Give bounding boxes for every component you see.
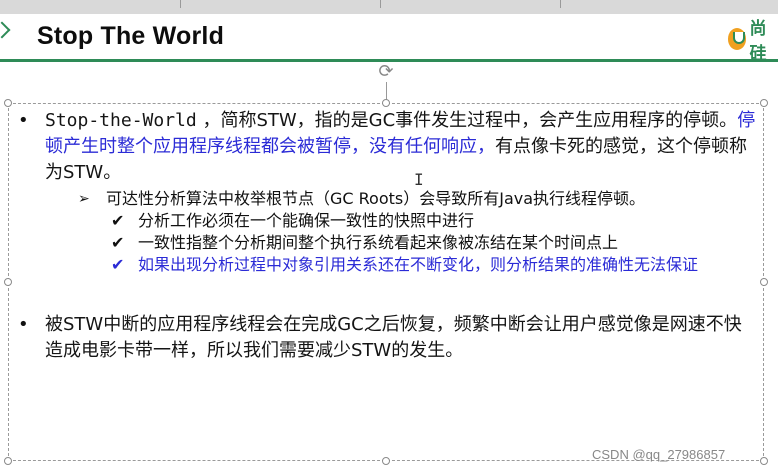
resize-handle-top-right[interactable] — [760, 99, 768, 107]
rotate-handle-icon[interactable]: ⟳ — [376, 62, 396, 82]
check-item: ✔ 分析工作必须在一个能确保一致性的快照中进行 — [111, 210, 758, 232]
check-item-text: 如果出现分析过程中对象引用关系还在不断变化，则分析结果的准确性无法保证 — [138, 255, 699, 274]
strip-tick — [180, 0, 181, 8]
checkmark-icon: ✔ — [111, 233, 125, 252]
resize-handle-top-left[interactable] — [4, 99, 12, 107]
bullet-text: 被STW中断的应用程序线程会在完成GC之后恢复，频繁中断会让用户感觉像是网速不快… — [45, 314, 742, 361]
check-item: ✔ 一致性指整个分析期间整个执行系统看起来像被冻结在某个时间点上 — [111, 232, 758, 254]
brand-text: 尚硅 — [749, 19, 767, 64]
slide-title: Stop The World — [37, 22, 225, 50]
bullet-item: • 被STW中断的应用程序线程会在完成GC之后恢复，频繁中断会让用户感觉像是网速… — [18, 312, 758, 364]
bullet-item: • Stop-the-World ，简称STW，指的是GC事件发生过程中，会产生… — [18, 108, 758, 186]
resize-handle-bottom-right[interactable] — [760, 457, 768, 465]
brand-logo-icon — [728, 28, 747, 50]
arrow-bullet-icon: ➢ — [78, 191, 90, 207]
window-top-strip — [0, 0, 778, 14]
bullet-dot: • — [18, 314, 29, 335]
resize-handle-left[interactable] — [4, 278, 12, 286]
brand-logo-area: 尚硅 — [728, 19, 778, 64]
strip-tick — [380, 0, 381, 8]
resize-handle-bottom[interactable] — [382, 457, 390, 465]
sub-point: ➢ 可达性分析算法中枚举根节点（GC Roots）会导致所有Java执行线程停顿… — [78, 188, 758, 210]
strip-tick — [560, 0, 561, 8]
sub-point-text: 可达性分析算法中枚举根节点（GC Roots）会导致所有Java执行线程停顿。 — [106, 189, 646, 208]
resize-handle-right[interactable] — [760, 278, 768, 286]
resize-handle-top[interactable] — [382, 99, 390, 107]
check-item: ✔ 如果出现分析过程中对象引用关系还在不断变化，则分析结果的准确性无法保证 — [111, 254, 758, 276]
slide-body-text[interactable]: • Stop-the-World ，简称STW，指的是GC事件发生过程中，会产生… — [18, 108, 758, 364]
watermark: CSDN @qq_27986857 — [592, 447, 726, 462]
text-cursor-icon: I — [414, 170, 424, 189]
stw-term: Stop-the-World — [45, 110, 197, 131]
bullet-text-part: ，简称STW，指的是GC事件发生过程中，会产生应用程序的停顿。 — [196, 110, 738, 131]
check-item-text: 一致性指整个分析期间整个执行系统看起来像被冻结在某个时间点上 — [138, 233, 619, 252]
checkmark-icon: ✔ — [111, 255, 125, 274]
check-item-text: 分析工作必须在一个能确保一致性的快照中进行 — [138, 211, 475, 230]
bullet-text: Stop-the-World ，简称STW，指的是GC事件发生过程中，会产生应用… — [45, 108, 758, 186]
checkmark-icon: ✔ — [111, 211, 125, 230]
bullet-dot: • — [18, 110, 29, 131]
resize-handle-bottom-left[interactable] — [4, 457, 12, 465]
